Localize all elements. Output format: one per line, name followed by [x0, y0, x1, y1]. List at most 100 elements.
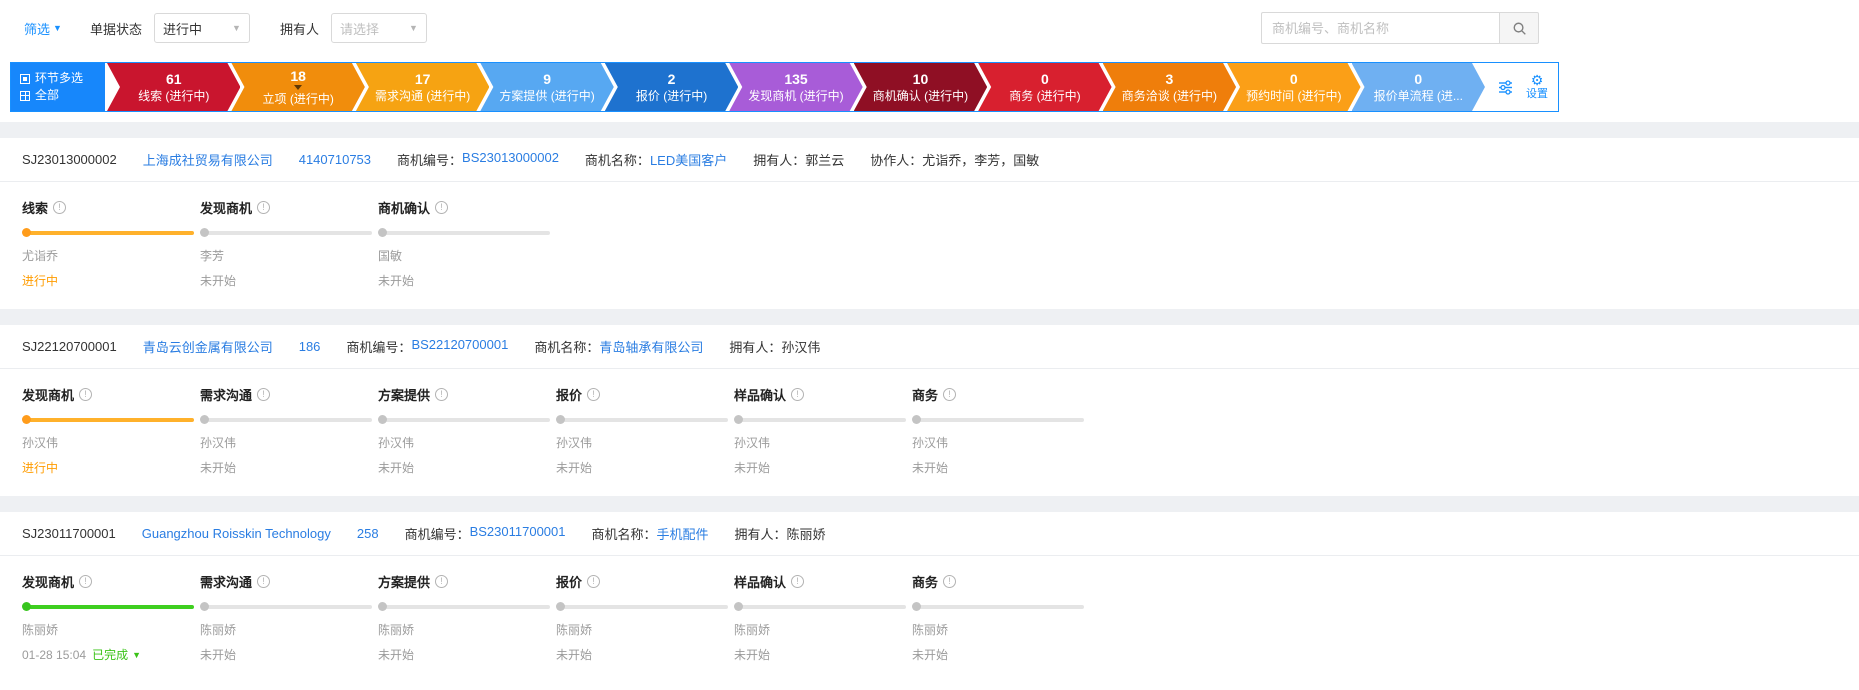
- owner-name: 孙汉伟: [781, 340, 821, 355]
- stage-status-text: 未开始: [734, 461, 771, 475]
- record-header: SJ23011700001 Guangzhou Roisskin Technolo…: [0, 512, 1859, 556]
- pipeline-stage[interactable]: 9 方案提供 (进行中): [480, 63, 613, 111]
- stage-column: 报价陈丽娇未开始: [556, 572, 734, 663]
- stage-status: 未开始: [200, 459, 378, 476]
- stage-label: 商机确认 (进行中): [872, 88, 969, 103]
- stage-title-text: 线索: [22, 201, 49, 216]
- stage-label: 线索 (进行中): [138, 88, 210, 103]
- pipeline-stage[interactable]: 0 商务 (进行中): [978, 63, 1111, 111]
- stage-column: 发现商机孙汉伟进行中: [22, 385, 200, 476]
- stage-filter-icon[interactable]: [1497, 79, 1514, 96]
- stage-column: 样品确认孙汉伟未开始: [734, 385, 912, 476]
- status-dropdown-icon[interactable]: ▼: [132, 650, 141, 660]
- pipeline-stage[interactable]: 2 报价 (进行中): [605, 63, 738, 111]
- stage-title-text: 样品确认: [734, 388, 787, 403]
- stage-dot: [200, 415, 209, 424]
- stage-title-text: 报价: [556, 575, 583, 590]
- opportunity-number[interactable]: BS22120700001: [411, 337, 508, 356]
- stage-all-row[interactable]: 全部: [20, 89, 105, 102]
- stage-info-icon: [587, 575, 601, 588]
- stage-title-text: 方案提供: [378, 388, 431, 403]
- pipeline-stage[interactable]: 135 发现商机 (进行中): [729, 63, 862, 111]
- pipeline-stage[interactable]: 0 预约时间 (进行中): [1227, 63, 1360, 111]
- opportunity-number[interactable]: BS23011700001: [470, 524, 566, 543]
- stage-status: 未开始: [912, 459, 1090, 476]
- stage-status-text: 未开始: [734, 648, 771, 662]
- pipeline-stage[interactable]: 17 需求沟通 (进行中): [356, 63, 489, 111]
- doc-status-select[interactable]: 进行中 ▼: [153, 13, 250, 43]
- pipeline-stage[interactable]: 3 商务洽谈 (进行中): [1103, 63, 1236, 111]
- stage-progress: [378, 228, 550, 237]
- company-link[interactable]: Guangzhou Roisskin Technology: [142, 526, 331, 541]
- company-link[interactable]: 上海成社贸易有限公司: [143, 150, 273, 169]
- stage-label: 报价 (进行中): [635, 88, 708, 103]
- opportunity-number[interactable]: BS23013000002: [462, 150, 559, 169]
- company-link[interactable]: 青岛云创金属有限公司: [143, 337, 273, 356]
- pipeline-stage[interactable]: 0 报价单流程 (进...: [1352, 63, 1485, 111]
- pipeline-stage[interactable]: 10 商机确认 (进行中): [854, 63, 987, 111]
- stage-column: 方案提供陈丽娇未开始: [378, 572, 556, 663]
- stage-multiselect-block[interactable]: 环节多选 全部: [11, 63, 105, 111]
- stage-title-text: 商务: [912, 388, 939, 403]
- stage-count: 3: [1165, 70, 1174, 87]
- stage-info-icon: [257, 201, 271, 214]
- stage-dot: [734, 602, 743, 611]
- stage-bar: [385, 417, 550, 422]
- record-header: SJ22120700001 青岛云创金属有限公司 186 商机编号： BS2212070…: [0, 325, 1859, 369]
- stage-person: 陈丽娇: [378, 623, 415, 637]
- company-code-link[interactable]: 258: [357, 526, 379, 541]
- stage-count: 0: [1289, 70, 1298, 87]
- stage-dot: [22, 415, 31, 424]
- chevron-down-icon: ▼: [409, 23, 418, 33]
- opportunity-name[interactable]: 手机配件: [657, 524, 709, 543]
- stage-person: 孙汉伟: [912, 436, 949, 450]
- search-group: [1261, 12, 1539, 44]
- stage-multiselect-row[interactable]: 环节多选: [20, 72, 105, 85]
- stage-dot: [22, 602, 31, 611]
- search-button[interactable]: [1499, 12, 1539, 44]
- stage-title: 报价: [556, 385, 734, 404]
- pipeline-stage[interactable]: 18 立项 (进行中): [231, 63, 364, 111]
- company-code-link[interactable]: 186: [299, 339, 321, 354]
- selected-stage-caret-icon: [294, 85, 302, 90]
- field-label: 拥有人：: [753, 153, 806, 168]
- stage-label: 方案提供 (进行中): [499, 88, 595, 103]
- stage-status-time: 01-28 15:04: [22, 647, 87, 662]
- stage-dot: [378, 415, 387, 424]
- stage-status-text: 未开始: [556, 648, 593, 662]
- stage-count: 135: [784, 70, 808, 87]
- stage-dot: [22, 228, 31, 237]
- owner-name: 陈丽娇: [786, 527, 826, 542]
- stage-info-icon: [79, 388, 93, 401]
- stage-dot: [200, 228, 209, 237]
- doc-status-label: 单据状态: [89, 21, 142, 37]
- stage-title-text: 需求沟通: [200, 575, 253, 590]
- filter-toggle[interactable]: 筛选 ▼: [24, 19, 62, 38]
- stage-title: 方案提供: [378, 385, 556, 404]
- stage-column: 发现商机李芳未开始: [200, 198, 378, 289]
- stage-person: 孙汉伟: [378, 436, 415, 450]
- stage-person: 孙汉伟: [22, 436, 59, 450]
- pipeline-stage[interactable]: 61 线索 (进行中): [107, 63, 240, 111]
- opportunity-name[interactable]: 青岛轴承有限公司: [599, 337, 703, 356]
- stage-person: 陈丽娇: [556, 623, 593, 637]
- stage-status: 未开始: [200, 646, 378, 663]
- owner-select[interactable]: 请选择 ▼: [330, 13, 427, 43]
- settings-button[interactable]: ⚙ 设置: [1526, 74, 1548, 100]
- stage-bar: [207, 230, 372, 235]
- stage-status: 未开始: [378, 459, 556, 476]
- opportunity-name[interactable]: LED美国客户: [650, 150, 727, 169]
- stage-progress: [378, 602, 550, 611]
- search-input[interactable]: [1261, 12, 1499, 44]
- company-code-link[interactable]: 4140710753: [299, 152, 371, 167]
- stage-title-text: 发现商机: [200, 201, 253, 216]
- stage-person: 陈丽娇: [200, 623, 237, 637]
- stage-bar: [207, 604, 372, 609]
- records: SJ23013000002 上海成社贸易有限公司 4140710753 商机编号： BS…: [0, 122, 1859, 683]
- record-card: SJ22120700001 青岛云创金属有限公司 186 商机编号： BS2212070…: [0, 325, 1859, 496]
- stage-label: 立项 (进行中): [262, 91, 334, 106]
- stage-dot: [734, 415, 743, 424]
- stage-person: 陈丽娇: [912, 623, 949, 637]
- stage-dot: [200, 602, 209, 611]
- stage-progress: [734, 602, 906, 611]
